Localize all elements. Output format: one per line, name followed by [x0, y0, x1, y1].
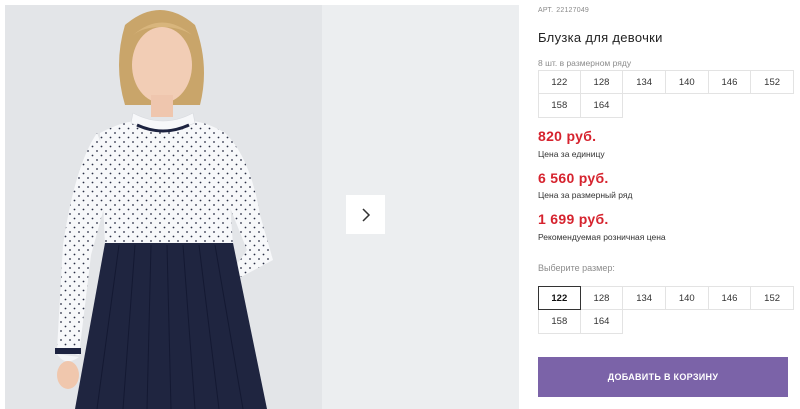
- size-row-cell: 158: [538, 94, 581, 118]
- size-option[interactable]: 128: [580, 286, 624, 310]
- size-row-cell: 128: [580, 70, 624, 94]
- product-photo[interactable]: [5, 5, 322, 409]
- product-gallery: [0, 0, 519, 409]
- unit-price-note: Цена за единицу: [538, 149, 605, 159]
- size-row-cell: 122: [538, 70, 581, 94]
- size-option[interactable]: 164: [580, 310, 624, 334]
- product-title: Блузка для девочки: [538, 30, 663, 45]
- size-row-cell: 152: [751, 70, 794, 94]
- add-to-cart-button[interactable]: ДОБАВИТЬ В КОРЗИНУ: [538, 357, 788, 397]
- choose-size-label: Выберите размер:: [538, 263, 615, 273]
- size-option[interactable]: 134: [623, 286, 666, 310]
- article-number: АРТ. 22127049: [538, 7, 589, 14]
- product-photo-illustration: [5, 5, 322, 409]
- size-option[interactable]: 158: [538, 310, 581, 334]
- article-label: АРТ.: [538, 7, 554, 14]
- size-row-count: 8 шт. в размерном ряду: [538, 58, 632, 68]
- next-image-button[interactable]: [346, 195, 385, 234]
- size-option[interactable]: 146: [708, 286, 752, 310]
- size-row-cell: 140: [665, 70, 709, 94]
- size-option[interactable]: 140: [665, 286, 709, 310]
- retail-price-note: Рекомендуемая розничная цена: [538, 232, 666, 242]
- size-selector: 122 128 134 140 146 152 158 164: [538, 286, 794, 334]
- chevron-right-icon: [361, 207, 370, 222]
- size-row-grid: 122 128 134 140 146 152 158 164: [538, 70, 794, 118]
- product-info: АРТ. 22127049 Блузка для девочки 8 шт. в …: [538, 0, 800, 409]
- retail-price: 1 699 руб.: [538, 211, 609, 227]
- row-price: 6 560 руб.: [538, 170, 609, 186]
- size-row-cell: 146: [708, 70, 752, 94]
- row-price-note: Цена за размерный ряд: [538, 190, 633, 200]
- size-row-cell: 134: [623, 70, 666, 94]
- size-row-cell: 164: [580, 94, 624, 118]
- size-option[interactable]: 152: [751, 286, 794, 310]
- size-option-selected[interactable]: 122: [538, 286, 581, 310]
- unit-price: 820 руб.: [538, 128, 597, 144]
- article-value: 22127049: [556, 7, 590, 14]
